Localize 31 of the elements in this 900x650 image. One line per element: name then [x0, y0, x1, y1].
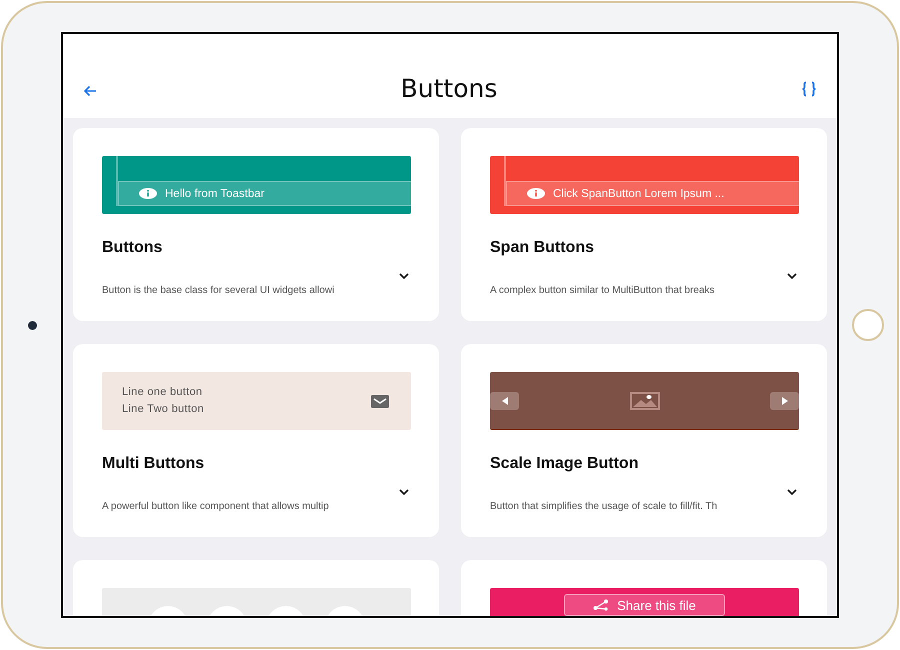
- info-icon: [527, 188, 545, 199]
- demo-card[interactable]: Line one button Line Two button Multi Buttons A powerful button like component that allows multip: [73, 344, 439, 537]
- chevron-down-icon[interactable]: [397, 271, 411, 281]
- chevron-down-icon[interactable]: [785, 487, 799, 497]
- back-icon[interactable]: [81, 83, 99, 99]
- card-title: Multi Buttons: [102, 455, 206, 473]
- image-icon: [630, 392, 660, 410]
- share-icon: [593, 599, 610, 611]
- toast-message: Hello from Toastbar: [165, 188, 264, 200]
- share-button[interactable]: Share this file: [564, 594, 725, 616]
- chevron-down-icon[interactable]: [785, 271, 799, 281]
- demo-card[interactable]: Scale Image Button Button that simplifies the usage of scale to fill/fit. Th: [461, 344, 827, 537]
- demo-card[interactable]: Hello from Toastbar Buttons Button is the base class for several UI widgets allowi: [73, 128, 439, 321]
- demo-card[interactable]: Share this file: [461, 560, 827, 616]
- card-description: Button is the base class for several UI widgets allowi: [102, 285, 334, 296]
- card-title: Buttons: [102, 239, 164, 257]
- chevron-down-icon[interactable]: [397, 487, 411, 497]
- card-title: Scale Image Button: [490, 455, 640, 473]
- demo-card[interactable]: Click SpanButton Lorem Ipsum ... Span Buttons A complex button similar to MultiButton that breaks: [461, 128, 827, 321]
- button-line-text: Line one button: [122, 385, 204, 400]
- toast-message: Click SpanButton Lorem Ipsum ...: [553, 188, 724, 200]
- card-description: A powerful button like component that allows multip: [102, 501, 329, 512]
- card-description: Button that simplifies the usage of scale to fill/fit. Th: [490, 501, 718, 512]
- card-title: Span Buttons: [490, 239, 595, 257]
- page-title: Buttons: [400, 73, 498, 105]
- info-icon: [139, 188, 157, 199]
- card-description: A complex button similar to MultiButton that breaks: [490, 285, 715, 296]
- button-line-text: Line Two button: [122, 402, 204, 417]
- envelope-icon: [371, 394, 389, 408]
- multi-button-preview[interactable]: Line one button Line Two button: [102, 372, 411, 430]
- camera-dot: [28, 320, 36, 330]
